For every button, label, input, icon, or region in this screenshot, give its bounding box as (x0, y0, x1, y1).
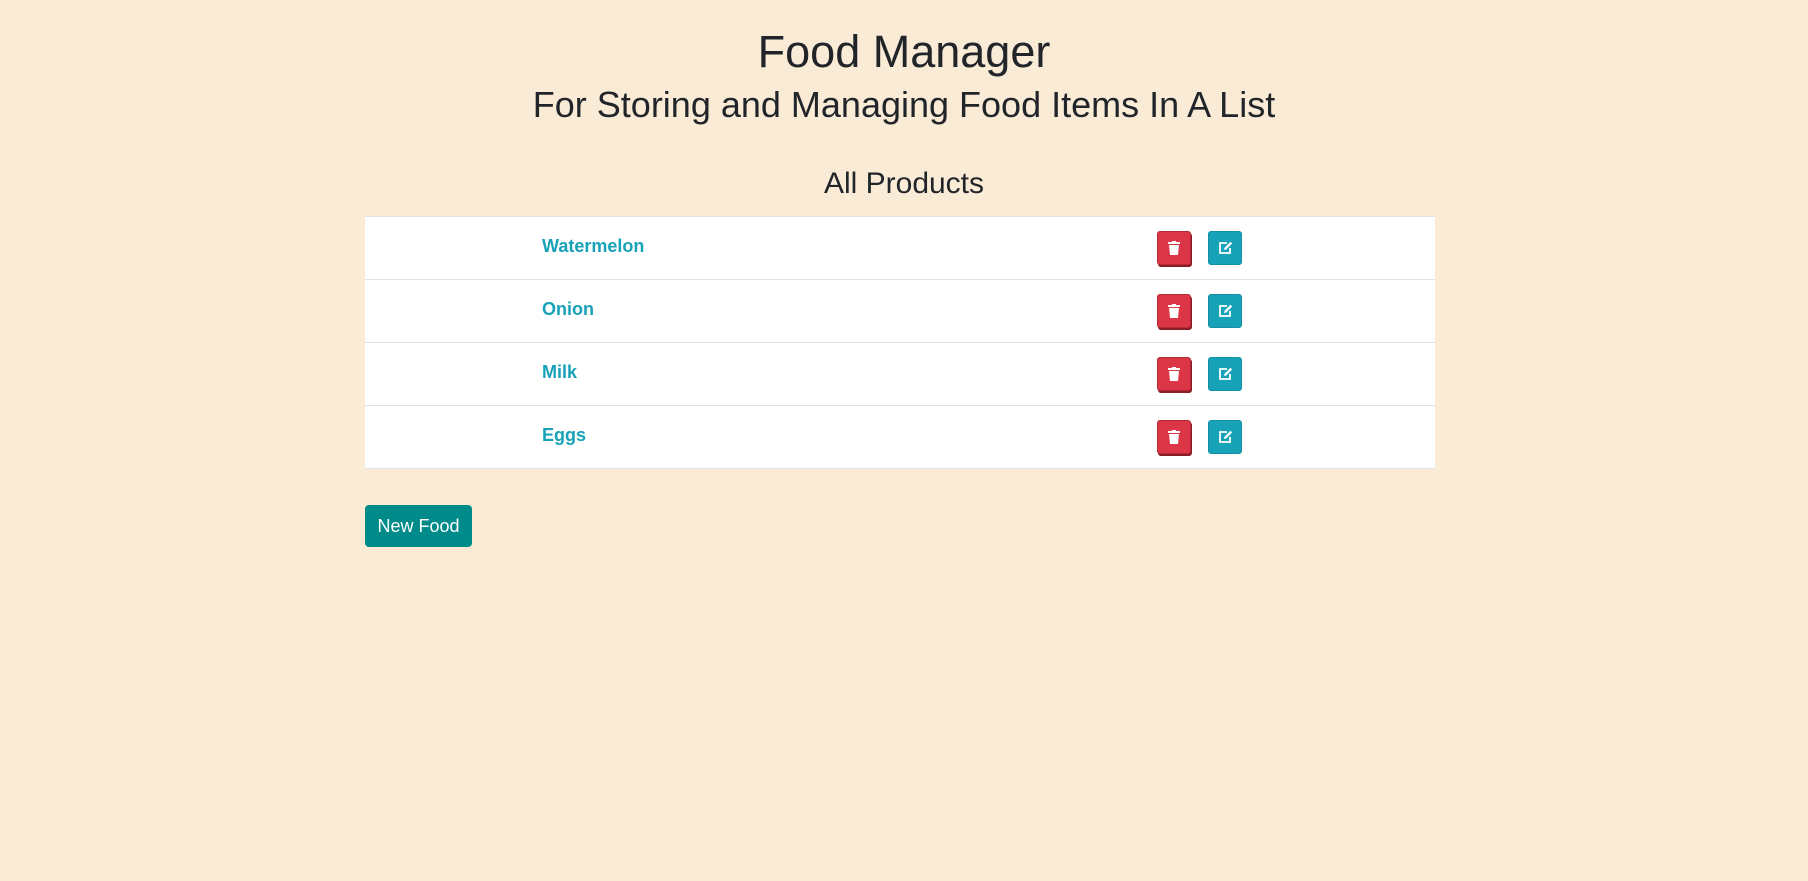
list-item: Eggs (365, 406, 1435, 469)
delete-button[interactable] (1157, 420, 1191, 454)
product-name-link[interactable]: Eggs (542, 423, 586, 447)
new-food-button[interactable]: New Food (365, 505, 472, 547)
product-name-link[interactable]: Milk (542, 360, 577, 384)
product-list: Watermelon Onion Milk Eggs (365, 216, 1435, 469)
trash-icon (1168, 430, 1180, 444)
list-item: Milk (365, 343, 1435, 406)
page-title: Food Manager (757, 26, 1051, 77)
trash-icon (1168, 241, 1180, 255)
edit-button[interactable] (1208, 420, 1242, 454)
trash-icon (1168, 304, 1180, 318)
list-item: Watermelon (365, 217, 1435, 280)
trash-icon (1168, 367, 1180, 381)
delete-button[interactable] (1157, 294, 1191, 328)
edit-icon (1218, 367, 1233, 381)
edit-icon (1218, 304, 1233, 318)
section-title: All Products (823, 167, 985, 200)
delete-button[interactable] (1157, 231, 1191, 265)
edit-button[interactable] (1208, 231, 1242, 265)
product-name-link[interactable]: Onion (542, 297, 594, 321)
edit-button[interactable] (1208, 294, 1242, 328)
list-item: Onion (365, 280, 1435, 343)
edit-icon (1218, 430, 1233, 444)
edit-button[interactable] (1208, 357, 1242, 391)
page-subtitle: For Storing and Managing Food Items In A… (532, 84, 1276, 125)
product-name-link[interactable]: Watermelon (542, 234, 644, 258)
edit-icon (1218, 241, 1233, 255)
delete-button[interactable] (1157, 357, 1191, 391)
